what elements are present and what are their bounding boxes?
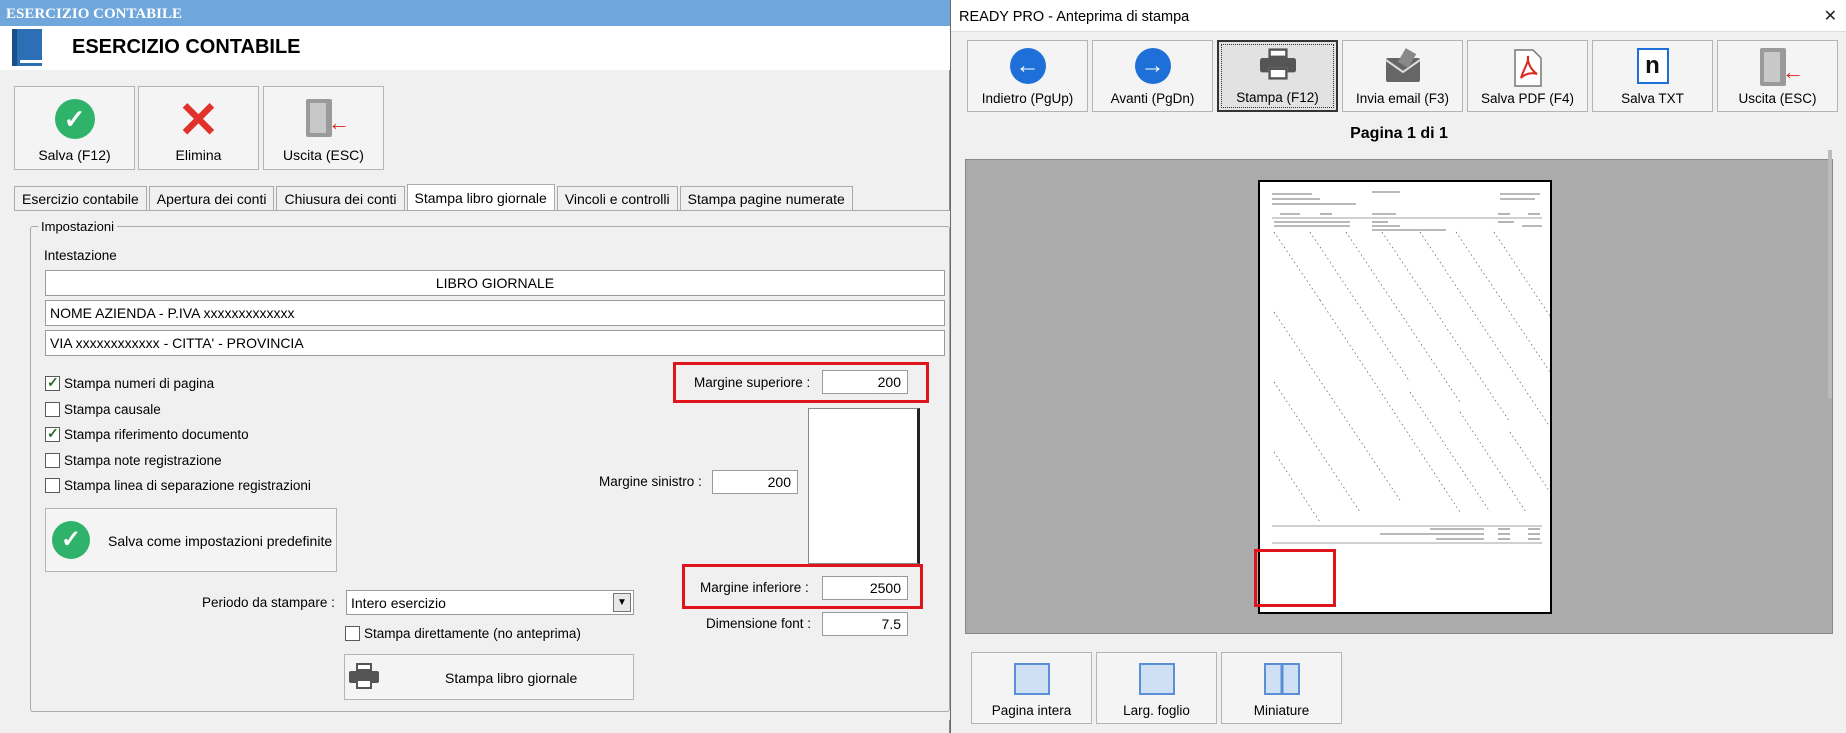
email-button[interactable]: Invia email (F3): [1342, 40, 1463, 112]
exit-button[interactable]: ← Uscita (ESC): [263, 86, 384, 170]
window-title: READY PRO - Anteprima di stampa: [959, 9, 1190, 25]
preview-area[interactable]: [965, 159, 1833, 634]
separazione-checkbox[interactable]: [45, 478, 60, 493]
highlight-margin-bottom: [682, 564, 923, 609]
delete-button-label: Elimina: [175, 147, 222, 163]
page-title: ESERCIZIO CONTABILE: [72, 36, 301, 58]
exit-button-label: Uscita (ESC): [283, 147, 364, 163]
header-line-1-input[interactable]: LIBRO GIORNALE: [45, 270, 945, 296]
exit-door-icon: ←: [306, 99, 350, 137]
close-icon[interactable]: ✕: [1824, 6, 1837, 26]
margin-left-input[interactable]: 200: [712, 470, 798, 494]
print-button[interactable]: Stampa (F12): [1217, 40, 1338, 112]
full-page-button[interactable]: Pagina intera: [971, 652, 1092, 724]
esercizio-contabile-window: ESERCIZIO CONTABILE ESERCIZIO CONTABILE …: [0, 0, 950, 733]
checkbox-row-note[interactable]: Stampa note registrazione: [45, 453, 222, 468]
note-label: Stampa note registrazione: [64, 453, 222, 468]
print-label: Stampa (F12): [1236, 90, 1319, 105]
arrow-left-icon: ←: [1009, 48, 1046, 84]
print-preview-window: READY PRO - Anteprima di stampa ✕ ← Indi…: [950, 0, 1846, 733]
tab-vincoli-controlli[interactable]: Vincoli e controlli: [556, 186, 678, 210]
checkbox-row-riferimento[interactable]: Stampa riferimento documento: [45, 425, 249, 442]
period-select-value: Intero esercizio: [351, 595, 446, 611]
forward-button[interactable]: → Avanti (PgDn): [1092, 40, 1213, 112]
page-width-label: Larg. foglio: [1123, 703, 1190, 718]
riferimento-checkbox[interactable]: [45, 425, 60, 442]
window-titlebar: ESERCIZIO CONTABILE: [0, 0, 950, 26]
header-line-2-input[interactable]: NOME AZIENDA - P.IVA xxxxxxxxxxxxx: [45, 300, 945, 326]
causale-checkbox[interactable]: [45, 402, 60, 417]
checkbox-row-page-numbers[interactable]: Stampa numeri di pagina: [45, 374, 215, 391]
checkbox-row-direct-print[interactable]: Stampa direttamente (no anteprima): [345, 626, 581, 641]
checkmark-icon: ✓: [52, 521, 90, 559]
exit-preview-label: Uscita (ESC): [1738, 91, 1817, 106]
intestazione-label: Intestazione: [44, 248, 117, 263]
page-width-button[interactable]: Larg. foglio: [1096, 652, 1217, 724]
window-titlebar: READY PRO - Anteprima di stampa ✕: [951, 0, 1846, 32]
thumbnails-button[interactable]: Miniature: [1221, 652, 1342, 724]
save-button[interactable]: ✓ Salva (F12): [14, 86, 135, 170]
font-size-input[interactable]: 7.5: [822, 612, 908, 636]
page-numbers-label: Stampa numeri di pagina: [64, 376, 215, 391]
period-select[interactable]: Intero esercizio ▼: [346, 590, 634, 615]
tab-chiusura-conti[interactable]: Chiusura dei conti: [276, 186, 405, 210]
txt-icon: n: [1636, 48, 1669, 84]
margin-left-label: Margine sinistro :: [599, 474, 702, 489]
separazione-label: Stampa linea di separazione registrazion…: [64, 478, 311, 493]
print-journal-label: Stampa libro giornale: [445, 670, 578, 686]
tab-apertura-conti[interactable]: Apertura dei conti: [148, 186, 275, 210]
page-indicator: Pagina 1 di 1: [1350, 125, 1448, 142]
exit-preview-button[interactable]: ← Uscita (ESC): [1717, 40, 1838, 112]
checkbox-row-separazione[interactable]: Stampa linea di separazione registrazion…: [45, 478, 311, 493]
causale-label: Stampa causale: [64, 402, 161, 417]
vertical-scrollbar[interactable]: [1828, 150, 1832, 398]
highlight-margin-top: [673, 362, 929, 403]
font-size-label: Dimensione font :: [706, 616, 812, 631]
exit-door-icon: ←: [1760, 48, 1804, 86]
tab-stampa-pagine-numerate[interactable]: Stampa pagine numerate: [679, 186, 853, 210]
email-icon: [1383, 48, 1423, 89]
tab-bar: Esercizio contabile Apertura dei conti C…: [14, 184, 855, 210]
save-default-button[interactable]: ✓ Salva come impostazioni predefinite: [45, 508, 337, 572]
tab-stampa-libro-giornale[interactable]: Stampa libro giornale: [406, 184, 555, 210]
window-header: ESERCIZIO CONTABILE: [0, 26, 950, 70]
save-default-label: Salva come impostazioni predefinite: [108, 533, 333, 549]
page-numbers-checkbox[interactable]: [45, 374, 60, 391]
back-button[interactable]: ← Indietro (PgUp): [967, 40, 1088, 112]
forward-label: Avanti (PgDn): [1110, 91, 1195, 106]
back-label: Indietro (PgUp): [981, 91, 1074, 106]
pdf-icon: [1511, 48, 1545, 91]
full-page-icon: [1013, 663, 1050, 695]
delete-button[interactable]: ✕ Elimina: [138, 86, 259, 170]
save-pdf-button[interactable]: Salva PDF (F4): [1467, 40, 1588, 112]
arrow-right-icon: →: [1134, 48, 1171, 84]
direct-print-label: Stampa direttamente (no anteprima): [364, 626, 581, 641]
save-pdf-label: Salva PDF (F4): [1480, 91, 1575, 106]
save-txt-button[interactable]: n Salva TXT: [1592, 40, 1713, 112]
full-page-label: Pagina intera: [991, 703, 1072, 718]
thumbnails-icon: [1263, 663, 1300, 695]
checkmark-icon: ✓: [54, 99, 95, 139]
chevron-down-icon[interactable]: ▼: [613, 593, 631, 612]
period-label: Periodo da stampare :: [202, 595, 335, 610]
margin-preview-box: [808, 408, 920, 564]
tab-esercizio-contabile[interactable]: Esercizio contabile: [14, 186, 147, 210]
header-line-3-input[interactable]: VIA xxxxxxxxxxxx - CITTA' - PROVINCIA: [45, 330, 945, 356]
note-checkbox[interactable]: [45, 453, 60, 468]
x-icon: ✕: [177, 92, 220, 148]
book-icon: [12, 29, 42, 66]
groupbox-title: Impostazioni: [38, 219, 117, 234]
thumbnails-label: Miniature: [1253, 703, 1310, 718]
print-journal-button[interactable]: Stampa libro giornale: [344, 654, 634, 700]
save-txt-label: Salva TXT: [1621, 91, 1684, 106]
highlight-bottom-margin-preview: [1254, 549, 1336, 607]
direct-print-checkbox[interactable]: [345, 626, 360, 641]
printer-icon: [349, 663, 379, 689]
checkbox-row-causale[interactable]: Stampa causale: [45, 402, 161, 417]
printer-icon: [1259, 48, 1296, 80]
email-label: Invia email (F3): [1355, 91, 1450, 106]
page-width-icon: [1138, 663, 1175, 695]
riferimento-label: Stampa riferimento documento: [64, 427, 249, 442]
save-button-label: Salva (F12): [38, 147, 111, 163]
